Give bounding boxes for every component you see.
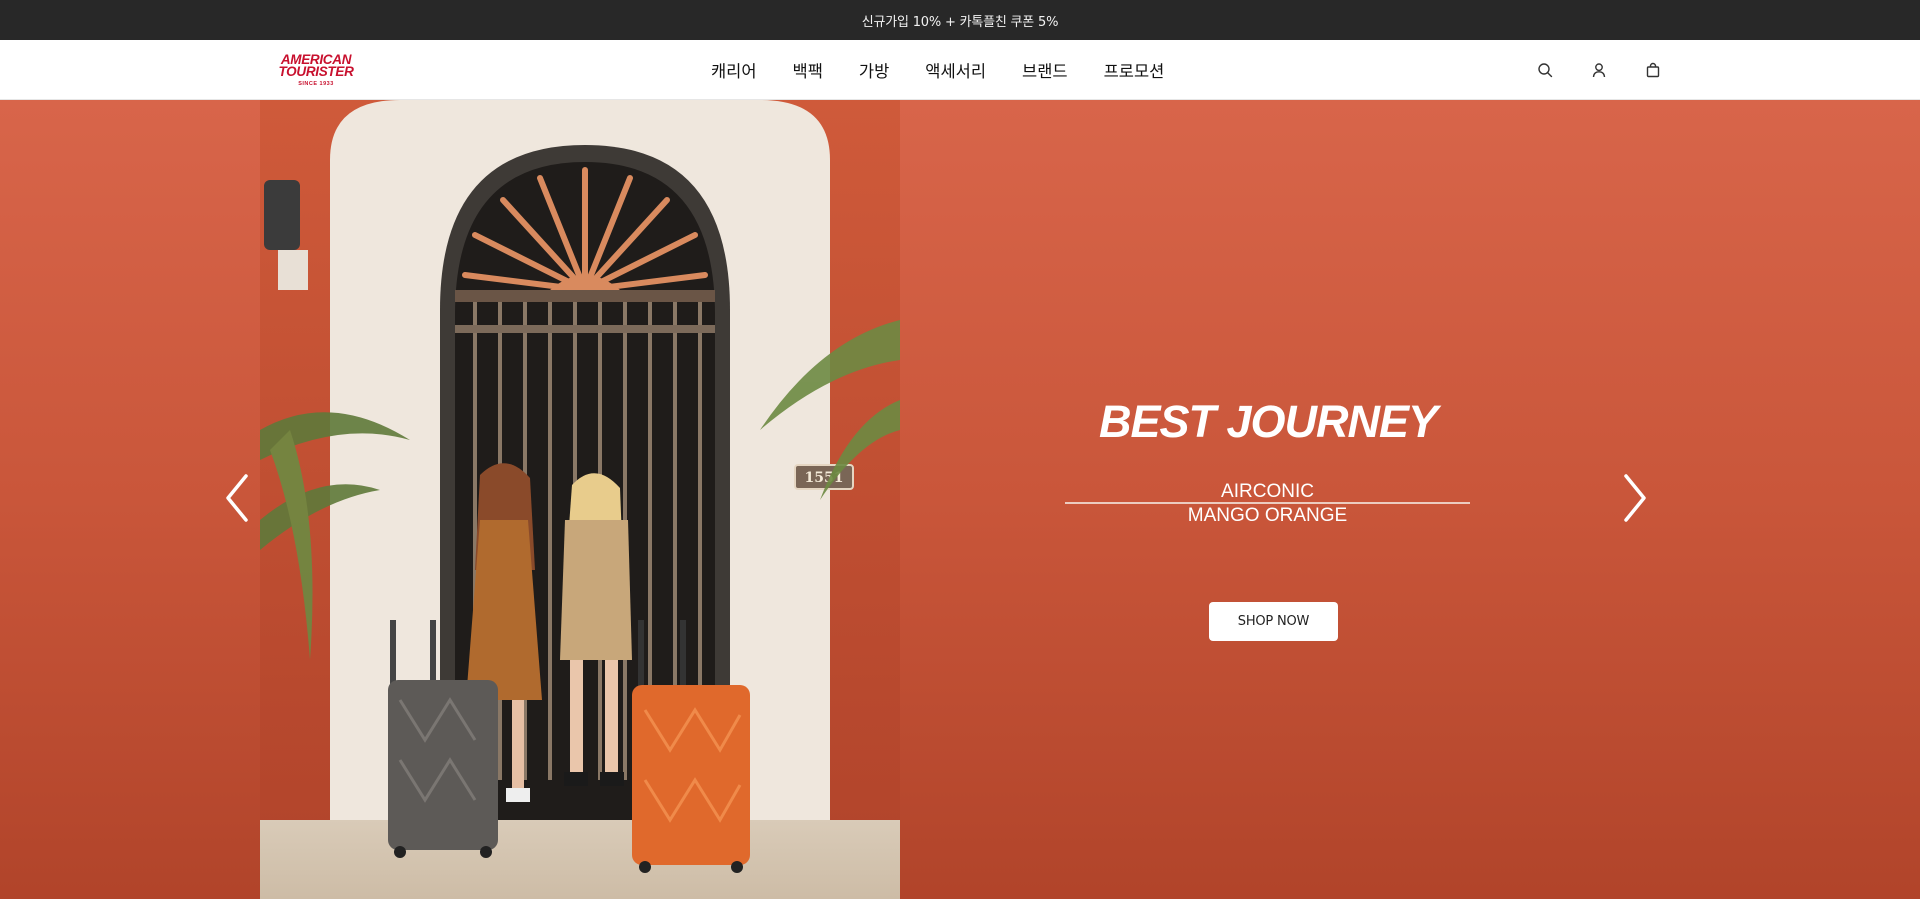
site-header: AMERICAN TOURISTER SINCE 1933 캐리어 백팩 가방 …	[0, 40, 1920, 100]
nav-item-carrier[interactable]: 캐리어	[711, 58, 757, 82]
chevron-left-icon	[226, 474, 248, 522]
nav-item-promotion[interactable]: 프로모션	[1104, 58, 1165, 82]
announcement-text: 신규가입 10% + 카톡플친 쿠폰 5%	[861, 14, 1059, 30]
hero-subtitle: AIRCONIC MANGO ORANGE	[1065, 480, 1470, 528]
hero-title: BEST JOURNEY	[1098, 396, 1438, 447]
hero-subtitle-line1: AIRCONIC	[1221, 481, 1314, 502]
nav-item-backpack[interactable]: 백팩	[793, 58, 823, 82]
nav-item-accessories[interactable]: 액세서리	[925, 58, 986, 82]
logo-line2: TOURISTER	[278, 64, 354, 79]
hero-banner[interactable]: 1551 BEST JOURNEY AIRCONIC MANGO ORANGE …	[0, 100, 1920, 899]
shop-now-button[interactable]: SHOP NOW	[1209, 602, 1338, 641]
search-icon[interactable]	[1535, 60, 1555, 80]
shopping-bag-icon[interactable]	[1643, 60, 1663, 80]
nav-item-brand[interactable]: 브랜드	[1022, 58, 1068, 82]
carousel-prev-button[interactable]	[222, 472, 252, 524]
logo-since: SINCE 1933	[298, 81, 334, 87]
hero-subtitle-line2: MANGO ORANGE	[1187, 505, 1348, 526]
hero-photo: 1551	[260, 100, 900, 899]
main-nav: 캐리어 백팩 가방 액세서리 브랜드 프로모션	[711, 40, 1164, 100]
user-icon[interactable]	[1589, 60, 1609, 80]
nav-item-bag[interactable]: 가방	[859, 58, 889, 82]
announcement-bar: 신규가입 10% + 카톡플친 쿠폰 5%	[0, 0, 1920, 40]
carousel-next-button[interactable]	[1620, 472, 1650, 524]
brand-logo[interactable]: AMERICAN TOURISTER SINCE 1933	[261, 53, 371, 87]
chevron-right-icon	[1624, 474, 1646, 522]
